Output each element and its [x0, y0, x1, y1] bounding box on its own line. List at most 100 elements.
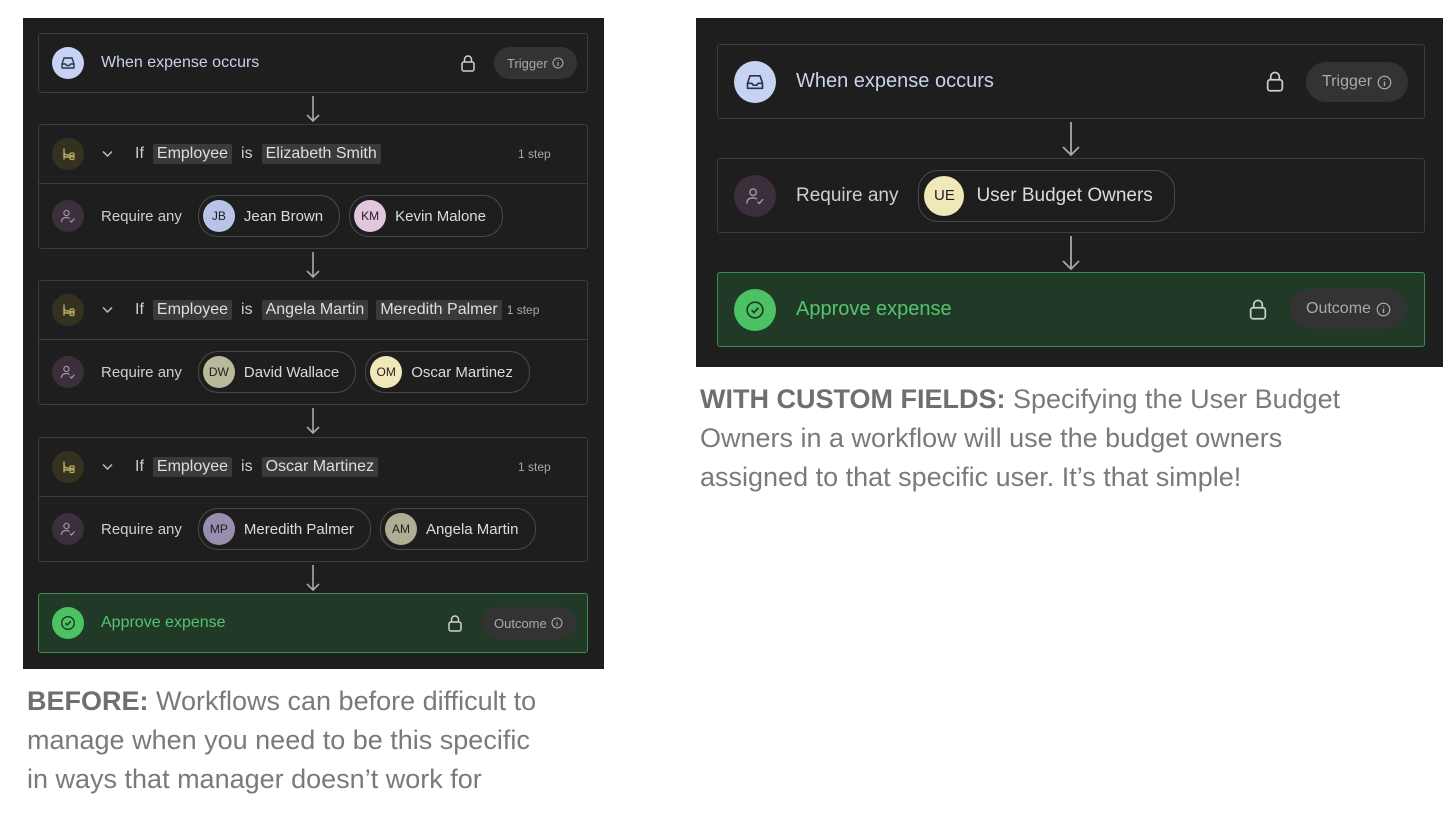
value-chip[interactable]: Angela Martin	[261, 300, 369, 320]
user-check-icon	[52, 513, 84, 545]
avatar: MP	[202, 513, 235, 545]
step-count: 1 step	[518, 460, 551, 474]
outcome-card[interactable]: Approve expense Outcome	[38, 593, 588, 653]
caption-text: Specifying the User Budget	[1005, 384, 1341, 414]
chevron-down-icon[interactable]	[102, 306, 113, 314]
custom-fields-caption: WITH CUSTOM FIELDS: Specifying the User …	[700, 380, 1445, 497]
lock-icon	[1248, 298, 1268, 325]
field-chip[interactable]: Employee	[152, 144, 233, 164]
condition-card[interactable]: If Employee is Oscar Martinez 1 step Req…	[38, 437, 588, 562]
approver-name: Angela Martin	[425, 520, 519, 538]
caption-line: BEFORE: Workflows can before difficult t…	[27, 682, 627, 721]
value-chip[interactable]: Elizabeth Smith	[261, 144, 381, 164]
trigger-title: When expense occurs	[101, 54, 260, 71]
approver-pill[interactable]: DW David Wallace	[197, 351, 357, 393]
caption-line: manage when you need to be this specific	[27, 725, 530, 755]
require-any-label: Require any	[101, 363, 182, 381]
condition-card[interactable]: If Employee is Angela Martin Meredith Pa…	[38, 280, 588, 405]
outcome-title: Approve expense	[796, 298, 952, 320]
branch-icon	[52, 294, 84, 326]
inbox-icon	[734, 60, 776, 103]
outcome-title: Approve expense	[101, 614, 226, 631]
chevron-down-icon[interactable]	[102, 150, 113, 158]
branch-icon	[52, 138, 84, 170]
arrow-down-icon	[306, 96, 320, 123]
chevron-down-icon[interactable]	[102, 463, 113, 471]
arrow-down-icon	[1062, 236, 1080, 271]
caption-text: Workflows can before difficult to	[148, 686, 537, 716]
avatar: DW	[202, 356, 235, 388]
value-chip[interactable]: Oscar Martinez	[261, 457, 379, 477]
outcome-badge-label: Outcome	[1306, 300, 1371, 317]
trigger-badge[interactable]: Trigger	[1306, 62, 1409, 102]
is-label: is	[241, 145, 253, 162]
approver-pill[interactable]: KM Kevin Malone	[349, 195, 503, 237]
info-icon	[1377, 75, 1392, 89]
is-label: is	[241, 458, 253, 475]
approver-pill[interactable]: JB Jean Brown	[197, 195, 341, 237]
step-count: 1 step	[518, 147, 551, 161]
outcome-badge[interactable]: Outcome	[1290, 289, 1407, 329]
approver-name: Meredith Palmer	[243, 520, 354, 538]
is-label: is	[241, 301, 253, 318]
approver-pill[interactable]: OM Oscar Martinez	[365, 351, 530, 393]
trigger-badge[interactable]: Trigger	[494, 47, 577, 79]
outcome-badge[interactable]: Outcome	[481, 607, 576, 639]
approver-pill[interactable]: UE User Budget Owners	[918, 169, 1175, 222]
lock-icon	[447, 614, 463, 637]
user-check-icon	[52, 200, 84, 232]
caption-line: in ways that manager doesn’t work for	[27, 764, 482, 794]
caption-line: Owners in a workflow will use the budget…	[700, 423, 1283, 453]
approver-name: Kevin Malone	[395, 207, 486, 225]
step-count: 1 step	[506, 303, 540, 317]
approver-name: Jean Brown	[243, 207, 324, 225]
outcome-badge-label: Outcome	[494, 615, 547, 631]
caption-bold: BEFORE:	[27, 686, 149, 716]
avatar: UE	[924, 175, 965, 216]
trigger-card[interactable]: When expense occurs Trigger	[38, 33, 588, 93]
approver-card[interactable]: Require any UE User Budget Owners	[717, 158, 1425, 233]
condition-card[interactable]: If Employee is Elizabeth Smith 1 step Re…	[38, 124, 588, 249]
user-check-icon	[734, 174, 776, 217]
caption-line: WITH CUSTOM FIELDS: Specifying the User …	[700, 380, 1445, 419]
info-icon	[1376, 302, 1391, 316]
arrow-down-icon	[1062, 122, 1080, 157]
require-any-label: Require any	[796, 184, 899, 206]
if-label: If	[135, 458, 144, 475]
check-circle-icon	[734, 288, 776, 331]
value-chip[interactable]: Meredith Palmer	[376, 300, 502, 320]
lock-icon	[460, 54, 476, 77]
arrow-down-icon	[306, 252, 320, 279]
if-label: If	[135, 301, 144, 318]
require-any-label: Require any	[101, 520, 182, 538]
caption-line: assigned to that specific user. It’s tha…	[700, 462, 1242, 492]
avatar: JB	[202, 200, 235, 232]
workflow-custom-fields-panel: When expense occurs Trigger Require any …	[696, 18, 1443, 367]
avatar: KM	[354, 200, 387, 232]
arrow-down-icon	[306, 565, 320, 592]
approver-name: Oscar Martinez	[411, 363, 513, 381]
if-label: If	[135, 145, 144, 162]
outcome-card[interactable]: Approve expense Outcome	[717, 272, 1425, 347]
info-icon	[551, 617, 563, 629]
approver-name: David Wallace	[243, 363, 340, 381]
approver-pill[interactable]: AM Angela Martin	[379, 508, 536, 550]
inbox-icon	[52, 47, 84, 79]
field-chip[interactable]: Employee	[152, 300, 233, 320]
avatar: OM	[370, 356, 403, 388]
approver-pill[interactable]: MP Meredith Palmer	[197, 508, 371, 550]
approver-name: User Budget Owners	[976, 184, 1153, 206]
trigger-card[interactable]: When expense occurs Trigger	[717, 44, 1425, 119]
branch-icon	[52, 451, 84, 483]
arrow-down-icon	[306, 408, 320, 435]
trigger-badge-label: Trigger	[1322, 73, 1373, 90]
trigger-title: When expense occurs	[796, 70, 994, 92]
before-caption: BEFORE: Workflows can before difficult t…	[27, 682, 627, 799]
check-circle-icon	[52, 607, 84, 639]
caption-bold: WITH CUSTOM FIELDS:	[700, 384, 1006, 414]
lock-icon	[1265, 70, 1285, 97]
field-chip[interactable]: Employee	[152, 457, 233, 477]
workflow-before-panel: When expense occurs Trigger If Employee …	[23, 18, 604, 669]
require-any-label: Require any	[101, 207, 182, 225]
avatar: AM	[384, 513, 417, 545]
